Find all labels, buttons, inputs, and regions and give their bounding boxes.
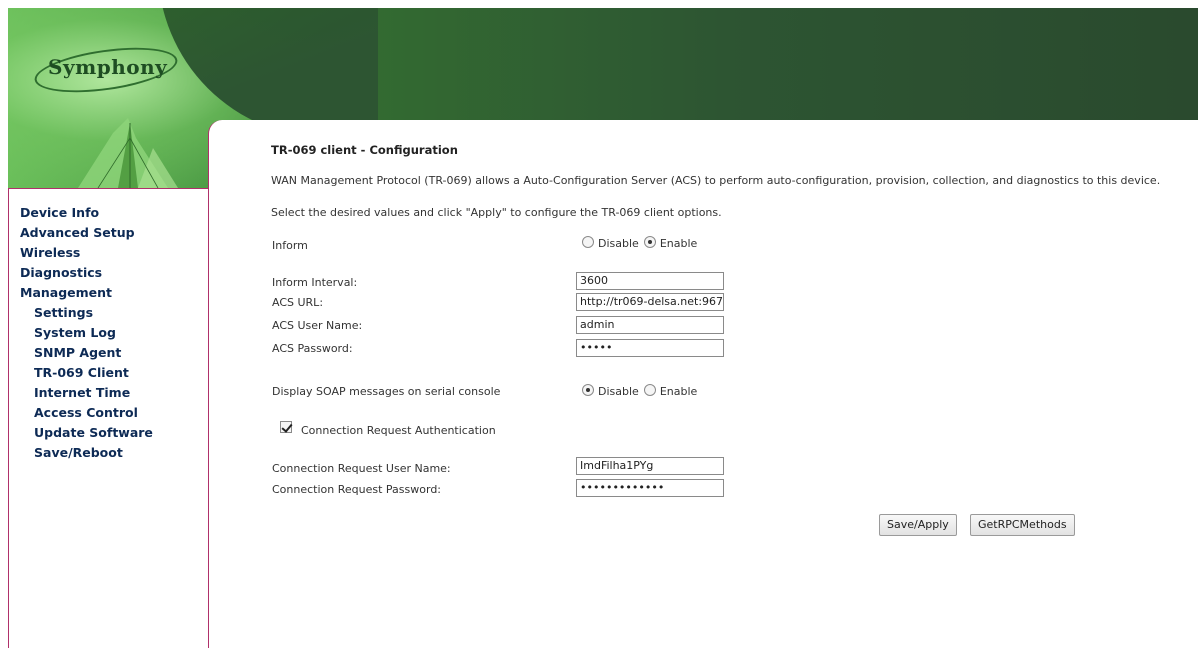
acs-url-input[interactable]: http://tr069-delsa.net:967 xyxy=(576,293,724,311)
acs-password-label: ACS Password: xyxy=(272,342,353,355)
inform-label: Inform xyxy=(272,239,308,252)
soap-enable-label: Enable xyxy=(659,385,698,398)
soap-messages-label: Display SOAP messages on serial console xyxy=(272,385,501,398)
sidebar-item-access-control[interactable]: Access Control xyxy=(9,403,153,423)
connection-request-auth-label: Connection Request Authentication xyxy=(301,424,496,437)
symphony-logo: Symphony xyxy=(31,40,181,100)
acs-user-name-input[interactable]: admin xyxy=(576,316,724,334)
main-content: TR-069 client - Configuration WAN Manage… xyxy=(208,120,1198,648)
sidebar-item-tr069-client[interactable]: TR-069 Client xyxy=(9,363,153,383)
sidebar-item-save-reboot[interactable]: Save/Reboot xyxy=(9,443,153,463)
sidebar-item-system-log[interactable]: System Log xyxy=(9,323,153,343)
sidebar-item-diagnostics[interactable]: Diagnostics xyxy=(9,263,153,283)
sidebar-item-advanced-setup[interactable]: Advanced Setup xyxy=(9,223,153,243)
sidebar-item-management[interactable]: Management xyxy=(9,283,153,303)
connection-request-auth-checkbox[interactable] xyxy=(280,421,293,433)
inform-disable-radio[interactable] xyxy=(582,235,594,248)
logo-text: Symphony xyxy=(48,55,168,79)
connection-request-password-input[interactable]: ••••••••••••• xyxy=(576,479,724,497)
connection-request-password-label: Connection Request Password: xyxy=(272,483,442,496)
sidebar-item-snmp-agent[interactable]: SNMP Agent xyxy=(9,343,153,363)
soap-disable-label: Disable xyxy=(598,385,639,398)
sidebar-item-settings[interactable]: Settings xyxy=(9,303,153,323)
connection-request-user-name-label: Connection Request User Name: xyxy=(272,462,451,475)
inform-enable-radio[interactable] xyxy=(643,235,656,248)
inform-radio-group: Disable Enable xyxy=(582,235,702,250)
page-title: TR-069 client - Configuration xyxy=(271,143,458,157)
sidebar-item-internet-time[interactable]: Internet Time xyxy=(9,383,153,403)
connection-request-user-name-input[interactable]: ImdFilha1PYg xyxy=(576,457,724,475)
save-apply-button[interactable]: Save/Apply xyxy=(879,514,957,536)
inform-enable-label: Enable xyxy=(659,237,698,250)
sidebar-item-wireless[interactable]: Wireless xyxy=(9,243,153,263)
tower-illustration-icon xyxy=(78,118,178,188)
inform-interval-label: Inform Interval: xyxy=(272,276,358,289)
soap-radio-group: Disable Enable xyxy=(582,383,702,398)
get-rpc-methods-button[interactable]: GetRPCMethods xyxy=(970,514,1075,536)
page-description: WAN Management Protocol (TR-069) allows … xyxy=(271,174,1161,187)
inform-interval-input[interactable]: 3600 xyxy=(576,272,724,290)
acs-user-name-label: ACS User Name: xyxy=(272,319,363,332)
acs-url-label: ACS URL: xyxy=(272,296,324,309)
sidebar-menu: Device Info Advanced Setup Wireless Diag… xyxy=(9,203,153,463)
page-instruction: Select the desired values and click "App… xyxy=(271,206,722,219)
sidebar-item-device-info[interactable]: Device Info xyxy=(9,203,153,223)
sidebar-item-update-software[interactable]: Update Software xyxy=(9,423,153,443)
soap-enable-radio[interactable] xyxy=(643,383,656,396)
sidebar: Device Info Advanced Setup Wireless Diag… xyxy=(8,188,208,648)
acs-password-input[interactable]: ••••• xyxy=(576,339,724,357)
checkmark-icon xyxy=(281,421,293,433)
inform-disable-label: Disable xyxy=(598,237,639,250)
soap-disable-radio[interactable] xyxy=(582,383,594,396)
